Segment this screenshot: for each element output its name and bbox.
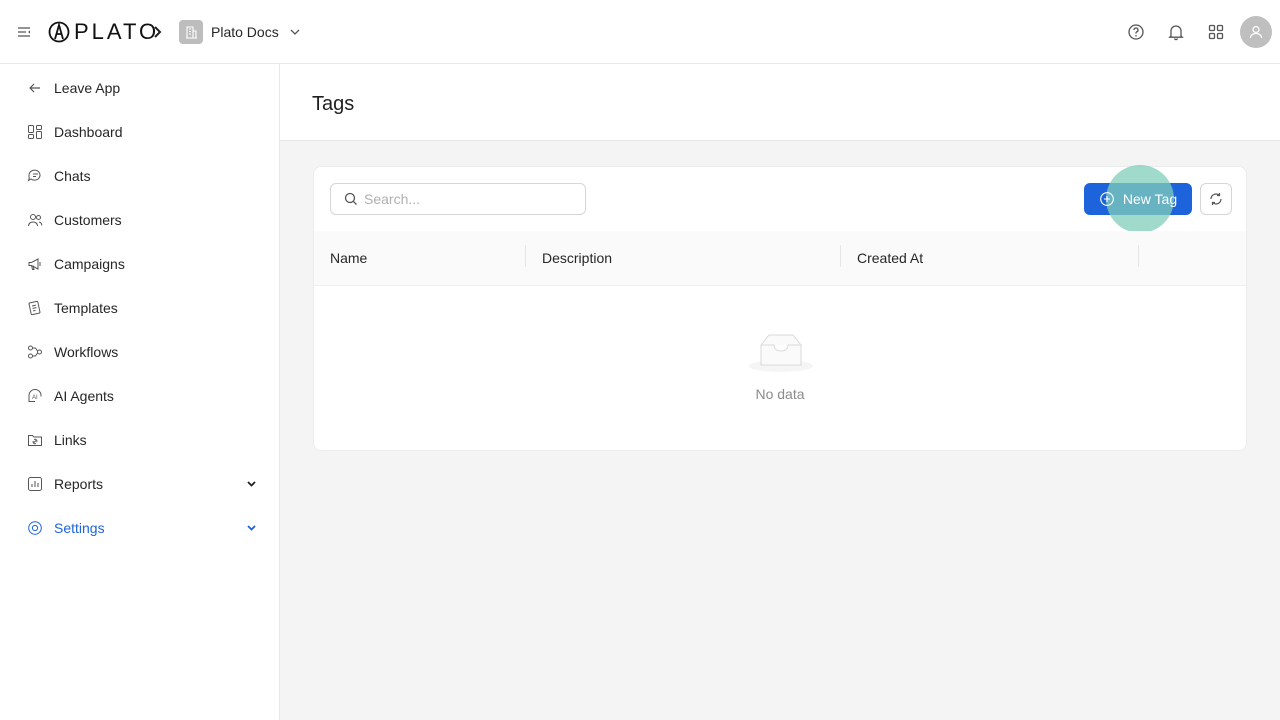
help-icon[interactable] [1126, 22, 1146, 42]
sidebar-item-leave-app[interactable]: Leave App [0, 68, 279, 108]
empty-inbox-icon [749, 334, 813, 372]
tags-card: New Tag Name Description Created At No d… [313, 165, 1247, 451]
bell-icon[interactable] [1166, 22, 1186, 42]
chat-icon [27, 169, 41, 182]
sidebar-item-label: Campaigns [54, 256, 125, 272]
template-icon [28, 300, 41, 316]
chart-icon [28, 477, 42, 491]
sidebar-item-customers[interactable]: Customers [0, 200, 279, 240]
top-bar: PLATO Plato Docs [0, 0, 1280, 64]
workspace-name: Plato Docs [211, 24, 279, 40]
sidebar-item-campaigns[interactable]: Campaigns [0, 244, 279, 284]
megaphone-icon [28, 258, 41, 270]
sidebar-item-chats[interactable]: Chats [0, 156, 279, 196]
sidebar-item-label: Links [54, 432, 87, 448]
sidebar-item-label: Chats [54, 168, 91, 184]
new-tag-label: New Tag [1122, 191, 1178, 207]
logo-text: PLATO [74, 19, 160, 44]
plato-logo-mark-icon [48, 21, 70, 43]
sidebar-item-workflows[interactable]: Workflows [0, 332, 279, 372]
sidebar-item-label: Workflows [54, 344, 119, 360]
user-avatar[interactable] [1240, 16, 1272, 48]
workspace-switcher[interactable]: Plato Docs [179, 20, 301, 44]
sidebar-item-links[interactable]: Links [0, 420, 279, 460]
chevron-down-icon [247, 525, 256, 531]
column-header-created-at[interactable]: Created At [857, 250, 923, 266]
building-icon [179, 20, 203, 44]
dashboard-icon [28, 125, 42, 139]
user-avatar-icon [1249, 25, 1263, 39]
refresh-icon [1210, 193, 1222, 205]
sidebar-item-label: Leave App [54, 80, 121, 96]
link-icon [28, 435, 42, 446]
sidebar: Leave App Dashboard Chats Customers Camp… [0, 64, 280, 720]
page-header: Tags [280, 64, 1280, 141]
sidebar-item-templates[interactable]: Templates [0, 288, 279, 328]
sidebar-item-label: Reports [54, 476, 104, 492]
sidebar-item-ai-agents[interactable]: AI AI Agents [0, 376, 279, 416]
sidebar-item-label: Customers [54, 212, 122, 228]
new-tag-button[interactable]: New Tag [1084, 165, 1192, 233]
sidebar-item-dashboard[interactable]: Dashboard [0, 112, 279, 152]
ai-agent-icon: AI [28, 389, 42, 402]
users-icon [28, 214, 43, 227]
search-box[interactable] [330, 183, 586, 215]
apps-grid-icon[interactable] [1206, 22, 1226, 42]
page-title: Tags [312, 93, 355, 115]
table-header: Name Description Created At [314, 231, 1246, 286]
plus-circle-icon [1100, 192, 1114, 206]
plato-logo[interactable]: PLATO [48, 21, 159, 43]
sidebar-item-label: Templates [54, 300, 118, 316]
column-divider [525, 245, 526, 267]
search-icon [344, 192, 357, 205]
sidebar-item-settings[interactable]: Settings [0, 508, 279, 548]
column-header-name[interactable]: Name [330, 250, 367, 266]
refresh-button[interactable] [1200, 183, 1232, 215]
settings-icon [28, 521, 42, 535]
chevron-down-icon [247, 481, 256, 487]
breadcrumb-chevron-icon [154, 26, 162, 38]
sidebar-item-label: Dashboard [54, 124, 123, 140]
chevron-down-icon [290, 29, 300, 35]
sidebar-item-label: Settings [54, 520, 105, 536]
column-divider [840, 245, 841, 267]
column-divider [1138, 245, 1139, 267]
sidebar-item-label: AI Agents [54, 388, 114, 404]
search-input[interactable] [364, 191, 564, 207]
svg-text:AI: AI [32, 395, 38, 401]
sidebar-item-reports[interactable]: Reports [0, 464, 279, 504]
empty-state-text: No data [755, 386, 805, 402]
column-header-description[interactable]: Description [542, 250, 612, 266]
menu-fold-icon[interactable] [16, 24, 32, 40]
workflow-icon [28, 345, 42, 359]
arrow-left-icon [29, 83, 40, 93]
